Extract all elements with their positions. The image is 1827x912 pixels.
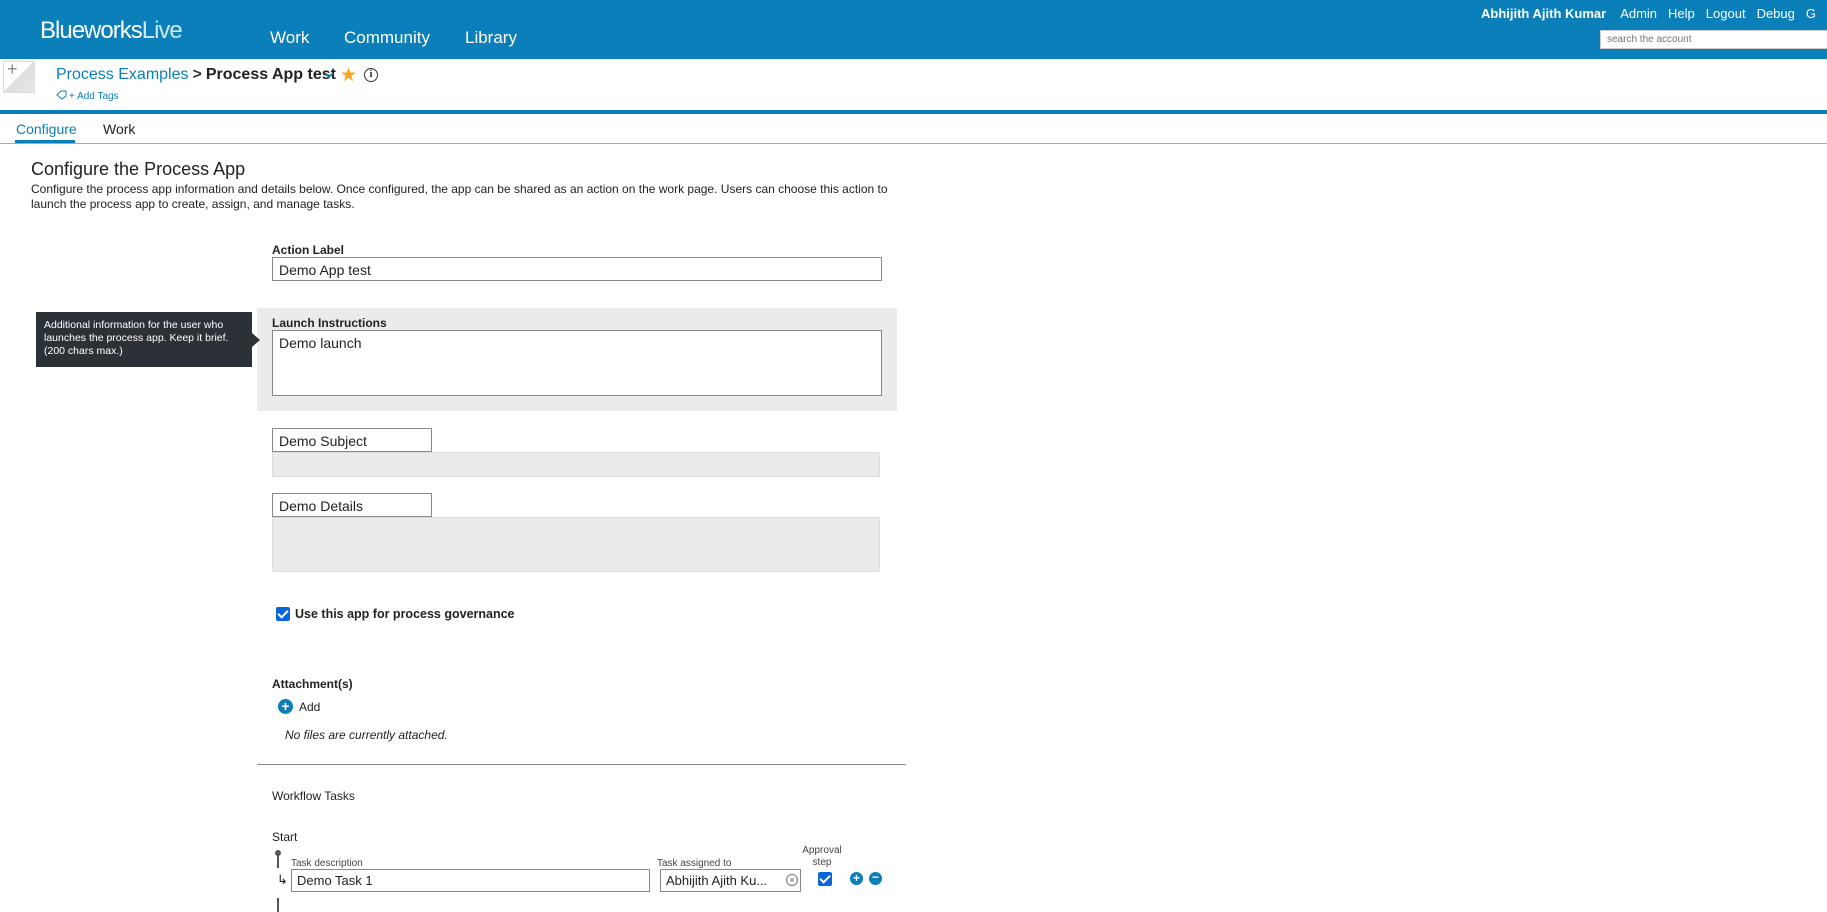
tabs-divider (0, 143, 1827, 144)
workflow-heading: Workflow Tasks (272, 789, 355, 803)
breadcrumb: Process Examples > Process App test (56, 66, 336, 84)
logo-live: Live (141, 17, 183, 44)
top-navigation-bar: BlueworksLive Work Community Library Abh… (0, 0, 1827, 59)
user-links: Abhijith Ajith Kumar Admin Help Logout Debug… (1481, 6, 1827, 21)
clear-assignee-icon[interactable]: × (786, 874, 798, 886)
tab-work[interactable]: Work (103, 121, 135, 137)
add-attachment-icon[interactable]: + (278, 699, 293, 714)
remove-task-icon[interactable]: − (869, 871, 882, 885)
logo-main: Blueworks (40, 17, 143, 44)
debug-link[interactable]: Debug (1757, 6, 1795, 21)
tab-configure[interactable]: Configure (16, 121, 77, 137)
add-tags-label: + Add Tags (69, 91, 119, 102)
breadcrumb-separator: > (192, 66, 202, 83)
launch-instructions-textarea[interactable]: Demo launch (272, 330, 882, 396)
page-heading: Configure the Process App (31, 159, 246, 179)
action-label-heading: Action Label (272, 243, 345, 257)
launch-instructions-tooltip: Additional information for the user who … (36, 312, 252, 367)
task-assigned-header: Task assigned to (657, 858, 732, 869)
launch-instructions-heading: Launch Instructions (272, 316, 387, 330)
star-icon[interactable]: ★ (340, 64, 357, 87)
governance-label: Use this app for process governance (295, 607, 515, 621)
truncated-link[interactable]: G (1806, 6, 1816, 21)
blueworks-live-logo[interactable]: BlueworksLive (40, 17, 183, 45)
task-assigned-input[interactable]: Abhijith Ajith Ku... (660, 869, 801, 892)
tooltip-arrow (252, 333, 260, 347)
page-description: Configure the process app information an… (31, 182, 888, 211)
subject-value-field[interactable] (272, 452, 880, 477)
subject-field-label-input[interactable]: Demo Subject (272, 428, 432, 452)
user-name-link[interactable]: Abhijith Ajith Kumar (1481, 6, 1606, 21)
add-attachment-link[interactable]: Add (299, 700, 320, 714)
nav-library[interactable]: Library (465, 28, 517, 48)
task-description-header: Task description (291, 858, 363, 869)
nav-community[interactable]: Community (344, 28, 430, 48)
action-label-input[interactable]: Demo App test (272, 257, 882, 281)
title-divider (0, 110, 1827, 114)
approval-step-header: Approval step (802, 845, 842, 868)
info-icon[interactable]: i (364, 68, 378, 82)
workflow-start-dot (275, 850, 281, 856)
page-title: Process App test (205, 66, 336, 83)
help-link[interactable]: Help (1668, 6, 1695, 21)
add-task-icon[interactable]: + (850, 872, 863, 885)
add-page-corner[interactable]: + (3, 59, 35, 93)
workflow-connector-bottom (277, 898, 279, 912)
chevron-down-icon[interactable] (322, 68, 336, 82)
approval-step-checkbox[interactable] (818, 872, 832, 886)
section-divider (257, 764, 906, 765)
governance-checkbox[interactable] (276, 607, 290, 621)
workflow-branch-arrow-icon: ↳ (277, 872, 288, 887)
add-tags-link[interactable]: + Add Tags (56, 90, 119, 102)
breadcrumb-parent-link[interactable]: Process Examples (56, 66, 189, 83)
nav-work[interactable]: Work (270, 28, 309, 48)
search-input[interactable] (1600, 30, 1827, 49)
workflow-start-label: Start (272, 830, 298, 844)
task-description-input[interactable]: Demo Task 1 (291, 869, 650, 892)
no-attachments-text: No files are currently attached. (285, 728, 448, 742)
attachments-heading: Attachment(s) (272, 677, 353, 691)
logout-link[interactable]: Logout (1706, 6, 1746, 21)
admin-link[interactable]: Admin (1620, 6, 1657, 21)
details-field-label-input[interactable]: Demo Details (272, 493, 432, 517)
plus-icon: + (7, 59, 18, 79)
tag-icon (56, 90, 67, 100)
details-value-field[interactable] (272, 517, 880, 572)
